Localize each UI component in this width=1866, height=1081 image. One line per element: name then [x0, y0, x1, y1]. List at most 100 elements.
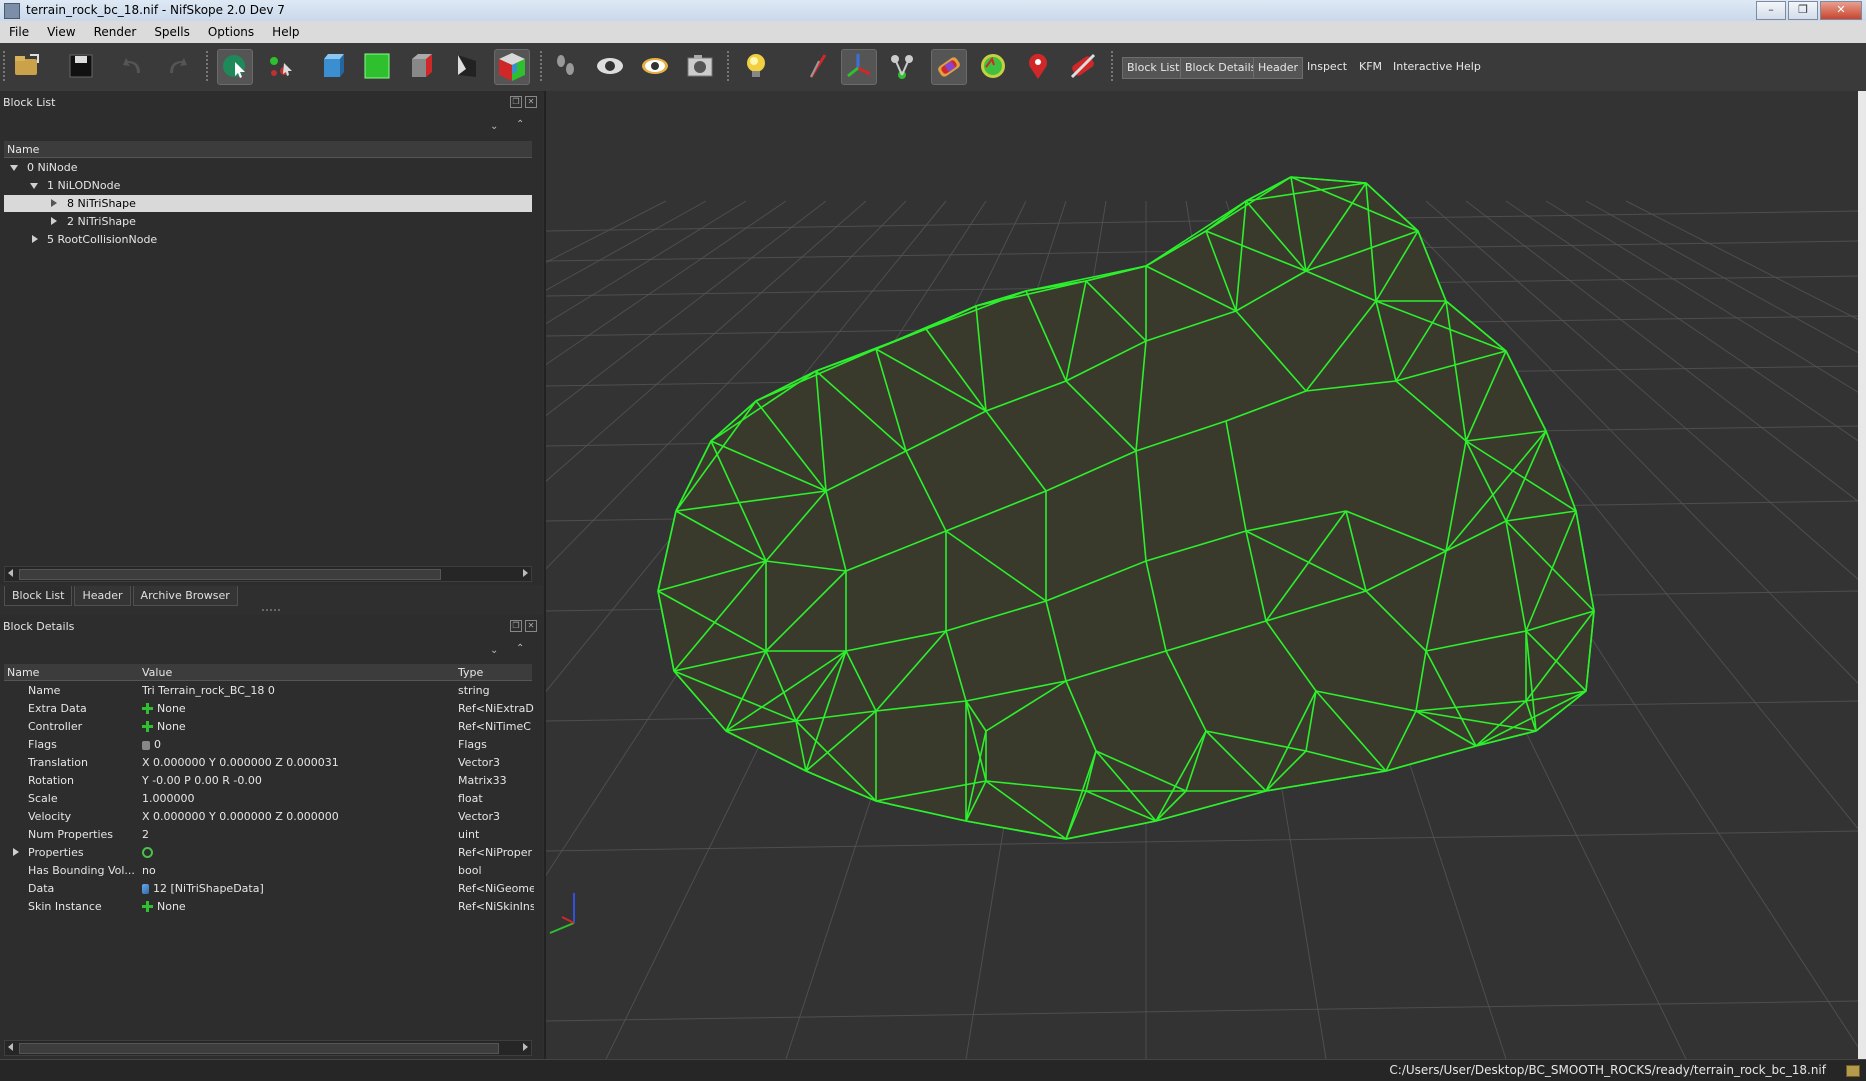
- expand-arrow-icon[interactable]: [10, 165, 18, 171]
- rock-mesh[interactable]: [657, 176, 1595, 840]
- refresh-icon: [142, 847, 153, 858]
- tree-row-selected[interactable]: 8 NiTriShape: [4, 195, 532, 212]
- view-front-icon[interactable]: [316, 49, 350, 83]
- tree-row[interactable]: 2 NiTriShape: [4, 213, 532, 230]
- collapse-all-icon[interactable]: ⌄: [490, 121, 498, 132]
- detail-row[interactable]: Properties Ref<NiProper: [4, 844, 532, 862]
- expand-all-icon[interactable]: ⌃: [516, 119, 524, 130]
- expand-all-icon[interactable]: ⌃: [516, 643, 524, 654]
- close-button[interactable]: ✕: [1820, 1, 1862, 20]
- toolbar-block-details-button[interactable]: Block Details: [1180, 57, 1262, 79]
- view-side-icon[interactable]: [360, 49, 394, 83]
- show-markers-icon[interactable]: [931, 49, 967, 85]
- detail-row[interactable]: Velocity X 0.000000 Y 0.000000 Z 0.00000…: [4, 808, 532, 826]
- plus-icon: [142, 721, 153, 732]
- link-icon: [142, 884, 149, 894]
- title-bar: terrain_rock_bc_18.nif - NifSkope 2.0 De…: [0, 0, 1866, 22]
- show-constraints-icon[interactable]: [885, 49, 919, 83]
- collapse-all-icon[interactable]: ⌄: [490, 645, 498, 656]
- detail-row[interactable]: Num Properties 2 uint: [4, 826, 532, 844]
- detail-row[interactable]: Skin Instance None Ref<NiSkinIns: [4, 898, 534, 916]
- toolbar-grip: [3, 51, 9, 81]
- toolbar-separator: [727, 51, 733, 81]
- detail-row[interactable]: Flags 0 Flags: [4, 736, 532, 754]
- block-details-header[interactable]: Name Value Type: [4, 664, 532, 681]
- close-panel-icon[interactable]: ✕: [525, 620, 537, 632]
- menu-file[interactable]: File: [0, 25, 38, 39]
- toolbar: Block List Block Details Header Inspect …: [0, 43, 1866, 92]
- close-panel-icon[interactable]: ✕: [525, 96, 537, 108]
- col-value[interactable]: Value: [139, 666, 172, 679]
- tab-archive-browser[interactable]: Archive Browser: [132, 586, 238, 606]
- tab-block-list[interactable]: Block List: [4, 586, 73, 606]
- detail-row[interactable]: Rotation Y -0.00 P 0.00 R -0.00 Matrix33: [4, 772, 532, 790]
- tree-row[interactable]: 0 NiNode: [4, 159, 532, 176]
- render-viewport[interactable]: [544, 91, 1859, 1059]
- show-axes-icon[interactable]: [801, 49, 835, 83]
- collapsed-arrow-icon[interactable]: [13, 848, 19, 856]
- menu-bar: File View Render Spells Options Help: [0, 21, 1866, 43]
- show-grid-icon[interactable]: [841, 49, 877, 85]
- toolbar-separator: [540, 51, 546, 81]
- detail-row[interactable]: Name Tri Terrain_rock_BC_18 0 string: [4, 682, 532, 700]
- open-file-icon[interactable]: [10, 49, 44, 83]
- menu-render[interactable]: Render: [85, 25, 146, 39]
- detail-row[interactable]: Extra Data None Ref<NiExtraDa: [4, 700, 534, 718]
- block-list-title: Block List: [3, 96, 56, 109]
- collapsed-arrow-icon[interactable]: [51, 199, 57, 207]
- show-hidden-icon[interactable]: [593, 49, 627, 83]
- view-top-icon[interactable]: [406, 49, 440, 83]
- hide-markers-icon[interactable]: [1066, 49, 1100, 83]
- toolbar-block-list-button[interactable]: Block List: [1122, 57, 1185, 79]
- tree-row[interactable]: 1 NiLODNode: [4, 177, 532, 194]
- toolbar-interactive-help-button[interactable]: Interactive Help: [1389, 57, 1485, 77]
- float-panel-icon[interactable]: ❐: [510, 620, 522, 632]
- float-panel-icon[interactable]: ❐: [510, 96, 522, 108]
- file-path: C:/Users/User/Desktop/BC_SMOOTH_ROCKS/re…: [1389, 1063, 1826, 1077]
- menu-view[interactable]: View: [38, 25, 84, 39]
- tree-row[interactable]: 5 RootCollisionNode: [4, 231, 532, 248]
- menu-help[interactable]: Help: [263, 25, 308, 39]
- block-list-panel: Block List ❐ ✕ ⌄ ⌃ Name 0 NiNode 1 NiLOD…: [0, 91, 543, 585]
- restore-button[interactable]: ❐: [1788, 1, 1818, 20]
- save-icon[interactable]: [64, 49, 98, 83]
- detail-row[interactable]: Controller None Ref<NiTimeC: [4, 718, 532, 736]
- viewport-canvas[interactable]: [546, 91, 1859, 1059]
- detail-row[interactable]: Scale 1.000000 float: [4, 790, 532, 808]
- block-details-hscroll[interactable]: [4, 1040, 532, 1056]
- toolbar-header-button[interactable]: Header: [1253, 57, 1304, 79]
- tab-header[interactable]: Header: [74, 586, 131, 606]
- show-nodes-pin-icon[interactable]: [1021, 49, 1055, 83]
- detail-row[interactable]: Data 12 [NiTriShapeData] Ref<NiGeome: [4, 880, 534, 898]
- col-type[interactable]: Type: [455, 666, 483, 679]
- show-collision-icon[interactable]: [976, 49, 1010, 83]
- redo-icon[interactable]: [160, 49, 194, 83]
- menu-options[interactable]: Options: [199, 25, 263, 39]
- walk-mode-icon[interactable]: [549, 49, 583, 83]
- block-list-hscroll[interactable]: [4, 566, 532, 582]
- view-perspective-icon[interactable]: [450, 49, 484, 83]
- detail-row[interactable]: Translation X 0.000000 Y 0.000000 Z 0.00…: [4, 754, 532, 772]
- screenshot-icon[interactable]: [683, 49, 717, 83]
- select-vertex-icon[interactable]: [264, 49, 298, 83]
- detail-row[interactable]: Has Bounding Vol... no bool: [4, 862, 532, 880]
- select-object-icon[interactable]: [217, 49, 253, 85]
- toolbar-kfm-button[interactable]: KFM: [1355, 57, 1386, 77]
- plus-icon: [142, 703, 153, 714]
- menu-spells[interactable]: Spells: [145, 25, 199, 39]
- lighting-icon[interactable]: [739, 49, 773, 83]
- block-details-title: Block Details: [3, 620, 75, 633]
- view-user-icon[interactable]: [494, 49, 530, 85]
- block-details-panel: Block Details ❐ ✕ ⌄ ⌃ Name Value Type Na…: [0, 615, 543, 1059]
- toolbar-inspect-button[interactable]: Inspect: [1303, 57, 1351, 77]
- col-name[interactable]: Name: [4, 666, 39, 679]
- undo-icon[interactable]: [116, 49, 150, 83]
- show-nodes-icon[interactable]: [638, 49, 672, 83]
- collapsed-arrow-icon[interactable]: [51, 217, 57, 225]
- panel-tabs: Block List Header Archive Browser: [4, 586, 240, 606]
- splitter-handle[interactable]: [262, 609, 280, 611]
- collapsed-arrow-icon[interactable]: [32, 235, 38, 243]
- expand-arrow-icon[interactable]: [30, 183, 38, 189]
- minimize-button[interactable]: –: [1756, 1, 1786, 20]
- block-list-header[interactable]: Name: [4, 141, 532, 158]
